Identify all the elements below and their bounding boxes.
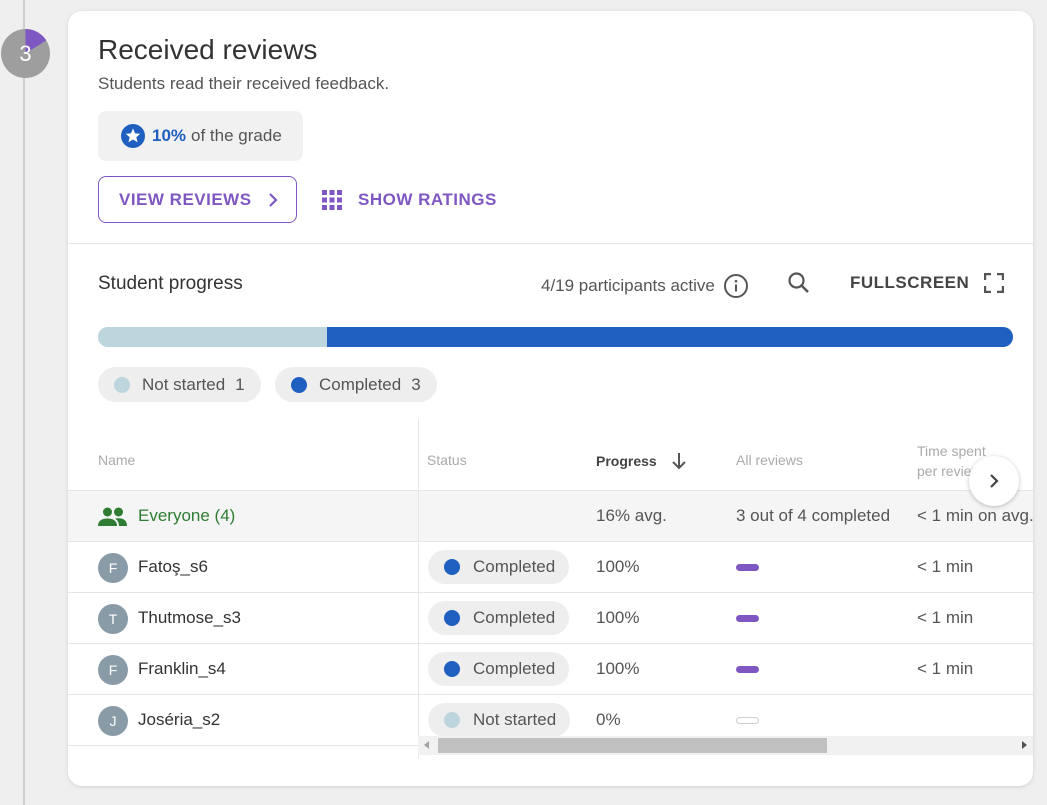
- scroll-right-arrow-icon[interactable]: [1022, 741, 1027, 749]
- student-name: Thutmose_s3: [138, 608, 241, 627]
- legend-not-started[interactable]: Not started 1: [98, 367, 261, 402]
- status-dot: [444, 712, 460, 728]
- grade-weight-chip: 10% of the grade: [98, 111, 303, 161]
- view-reviews-button[interactable]: VIEW REVIEWS: [98, 176, 297, 223]
- reviews-indicator: [736, 666, 759, 673]
- student-table: Name Status Progress All reviews Time sp…: [68, 419, 1033, 759]
- legend-count: 3: [411, 374, 421, 394]
- column-header-progress[interactable]: Progress: [596, 452, 687, 470]
- step-number-badge: 3: [1, 29, 50, 78]
- info-icon[interactable]: [723, 273, 749, 299]
- participants-active: 4/19 participants active: [541, 273, 749, 299]
- status-dot: [444, 610, 460, 626]
- group-icon: [98, 507, 127, 526]
- chevron-right-icon: [269, 193, 278, 207]
- page-title: Received reviews: [98, 34, 318, 65]
- table-row[interactable]: F Franklin_s4 Completed 100% < 1 min: [68, 644, 1033, 695]
- table-row[interactable]: F Fatoş_s6 Completed 100% < 1 min: [68, 542, 1033, 593]
- grid-icon: [322, 189, 342, 210]
- participants-active-text: 4/19 participants active: [541, 276, 715, 295]
- search-icon: [788, 272, 809, 293]
- horizontal-scrollbar[interactable]: [418, 736, 1033, 755]
- everyone-time: < 1 min on avg.: [917, 506, 1033, 525]
- student-progress-bar: [98, 327, 1013, 347]
- status-badge: Completed: [428, 601, 570, 635]
- table-row[interactable]: T Thutmose_s3 Completed 100% < 1 min: [68, 593, 1033, 644]
- student-progress-title: Student progress: [98, 273, 243, 294]
- scrollbar-thumb[interactable]: [438, 738, 827, 753]
- legend-dot-not-started: [114, 376, 130, 393]
- avatar: F: [98, 655, 128, 685]
- star-circle-icon: [121, 124, 145, 148]
- student-progress: 100%: [596, 557, 640, 576]
- view-reviews-label: VIEW REVIEWS: [119, 189, 252, 209]
- student-progress: 100%: [596, 608, 640, 627]
- grade-suffix: of the grade: [191, 126, 282, 145]
- show-ratings-label: SHOW RATINGS: [358, 189, 497, 209]
- fullscreen-icon: [984, 273, 1005, 293]
- student-name: Joséria_s2: [138, 710, 221, 729]
- status-badge: Completed: [428, 550, 570, 584]
- table-row-everyone[interactable]: Everyone (4) 16% avg. 3 out of 4 complet…: [68, 490, 1033, 542]
- reviews-indicator: [736, 564, 759, 571]
- arrow-down-icon: [671, 453, 686, 470]
- section-divider: [68, 243, 1033, 244]
- student-progress: 100%: [596, 659, 640, 678]
- show-ratings-button[interactable]: SHOW RATINGS: [321, 176, 497, 223]
- status-label: Completed: [473, 659, 556, 678]
- student-name: Franklin_s4: [138, 659, 226, 678]
- status-badge: Completed: [428, 652, 570, 686]
- legend-count: 1: [235, 374, 245, 394]
- fullscreen-button[interactable]: FULLSCREEN: [850, 273, 1005, 293]
- page-subtitle: Students read their received feedback.: [98, 74, 390, 93]
- status-label: Completed: [473, 557, 556, 576]
- avatar: J: [98, 706, 128, 736]
- search-button[interactable]: [786, 270, 812, 301]
- progress-segment-completed: [326, 327, 1013, 347]
- fullscreen-label: FULLSCREEN: [850, 273, 970, 292]
- grade-percent: 10%: [152, 126, 187, 145]
- reviews-indicator: [736, 717, 759, 724]
- status-badge: Not started: [428, 703, 571, 737]
- column-header-time-spent-line1: Time spent: [917, 443, 986, 459]
- column-header-name[interactable]: Name: [98, 452, 135, 468]
- everyone-progress: 16% avg.: [596, 506, 667, 525]
- column-header-progress-label: Progress: [596, 453, 657, 469]
- student-name: Fatoş_s6: [138, 557, 208, 576]
- progress-segment-not-started: [98, 327, 327, 347]
- reviews-indicator: [736, 615, 759, 622]
- scroll-left-arrow-icon[interactable]: [424, 741, 429, 749]
- student-progress: 0%: [596, 710, 621, 729]
- chevron-right-icon: [990, 474, 999, 488]
- everyone-reviews: 3 out of 4 completed: [736, 506, 891, 525]
- legend-dot-completed: [291, 376, 307, 393]
- column-header-status[interactable]: Status: [427, 452, 467, 468]
- status-dot: [444, 661, 460, 677]
- timeline-line: [23, 0, 25, 805]
- column-header-all-reviews[interactable]: All reviews: [736, 452, 803, 468]
- everyone-label: Everyone (4): [138, 506, 236, 525]
- column-divider: [418, 419, 419, 759]
- status-dot: [444, 559, 460, 575]
- activity-card: Received reviews Students read their rec…: [68, 11, 1033, 786]
- legend-label: Completed: [319, 374, 402, 394]
- scroll-right-button[interactable]: [969, 456, 1019, 506]
- status-label: Completed: [473, 608, 556, 627]
- student-time: < 1 min: [917, 557, 974, 576]
- legend-label: Not started: [142, 374, 226, 394]
- student-time: < 1 min: [917, 608, 974, 627]
- step-number: 3: [19, 40, 32, 66]
- avatar: F: [98, 553, 128, 583]
- avatar: T: [98, 604, 128, 634]
- status-label: Not started: [473, 710, 557, 729]
- student-time: < 1 min: [917, 659, 974, 678]
- legend-completed[interactable]: Completed 3: [275, 367, 437, 402]
